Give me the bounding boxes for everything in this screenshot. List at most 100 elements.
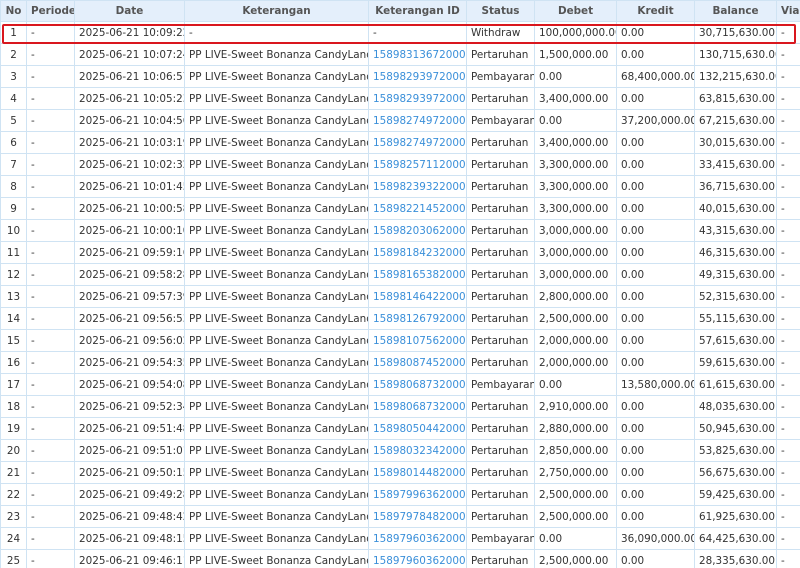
- table-row: 21-2025-06-21 09:50:15 PP LIVE-Sweet Bona…: [0, 461, 800, 484]
- keterangan-id-link[interactable]: 158980144820008: [373, 467, 466, 479]
- cell-date: 2025-06-21 10:02:32: [74, 153, 185, 176]
- keterangan-id-link[interactable]: 158981267920008: [373, 313, 466, 325]
- cell-via: -: [776, 439, 800, 462]
- cell-date: 2025-06-21 09:56:53: [74, 307, 185, 330]
- cell-balance: 48,035,630.00: [694, 395, 777, 418]
- cell-debet: 1,500,000.00: [534, 43, 617, 66]
- cell-no: 17: [0, 373, 27, 396]
- cell-balance: 63,815,630.00: [694, 87, 777, 110]
- cell-date: 2025-06-21 09:48:15: [74, 527, 185, 550]
- keterangan-id-link[interactable]: 158982030620008: [373, 225, 466, 237]
- cell-keterangan: PP LIVE-Sweet Bonanza CandyLand: [184, 65, 369, 88]
- cell-periode: -: [26, 65, 75, 88]
- header-kredit[interactable]: Kredit: [616, 0, 695, 22]
- cell-debet: 3,000,000.00: [534, 263, 617, 286]
- cell-status: Pertaruhan: [466, 505, 535, 528]
- header-via[interactable]: Via: [776, 0, 800, 22]
- header-balance[interactable]: Balance: [694, 0, 777, 22]
- cell-debet: 0.00: [534, 65, 617, 88]
- keterangan-id-link[interactable]: 158979784820008: [373, 511, 466, 523]
- cell-keterangan: PP LIVE-Sweet Bonanza CandyLand: [184, 175, 369, 198]
- table-row: 3-2025-06-21 10:06:57 PP LIVE-Sweet Bonan…: [0, 65, 800, 88]
- cell-status: Pertaruhan: [466, 329, 535, 352]
- cell-periode: -: [26, 197, 75, 220]
- keterangan-id-link[interactable]: 158980874520008: [373, 357, 466, 369]
- keterangan-id-link[interactable]: 158980687320008: [373, 379, 466, 391]
- header-status[interactable]: Status: [466, 0, 535, 22]
- cell-periode: -: [26, 21, 75, 44]
- header-date[interactable]: Date: [74, 0, 185, 22]
- table-row: 15-2025-06-21 09:56:02 PP LIVE-Sweet Bona…: [0, 329, 800, 352]
- cell-keterangan-id: 158983136720008: [368, 43, 467, 66]
- cell-debet: 2,500,000.00: [534, 483, 617, 506]
- cell-balance: 61,925,630.00: [694, 505, 777, 528]
- keterangan-id-link[interactable]: 158980687320008: [373, 401, 466, 413]
- keterangan-id-link[interactable]: 158981075620008: [373, 335, 466, 347]
- cell-keterangan: PP LIVE-Sweet Bonanza CandyLand: [184, 351, 369, 374]
- cell-status: Pertaruhan: [466, 263, 535, 286]
- cell-debet: 2,500,000.00: [534, 549, 617, 568]
- cell-status: Pertaruhan: [466, 285, 535, 308]
- keterangan-id-link[interactable]: 158979603620008: [373, 555, 466, 567]
- cell-balance: 132,215,630.00: [694, 65, 777, 88]
- cell-keterangan: -: [184, 21, 369, 44]
- cell-balance: 28,335,630.00: [694, 549, 777, 568]
- keterangan-id-link[interactable]: 158980504420008: [373, 423, 466, 435]
- cell-date: 2025-06-21 10:01:45: [74, 175, 185, 198]
- keterangan-id-link[interactable]: 158982749720008: [373, 115, 466, 127]
- cell-balance: 53,825,630.00: [694, 439, 777, 462]
- header-keterangan-id[interactable]: Keterangan ID: [368, 0, 467, 22]
- cell-no: 6: [0, 131, 27, 154]
- cell-keterangan: PP LIVE-Sweet Bonanza CandyLand: [184, 87, 369, 110]
- cell-keterangan-id: 158982571120008: [368, 153, 467, 176]
- cell-via: -: [776, 285, 800, 308]
- keterangan-id-link[interactable]: 158979963620008: [373, 489, 466, 501]
- cell-date: 2025-06-21 09:46:11: [74, 549, 185, 568]
- cell-balance: 56,675,630.00: [694, 461, 777, 484]
- cell-balance: 43,315,630.00: [694, 219, 777, 242]
- cell-no: 7: [0, 153, 27, 176]
- cell-date: 2025-06-21 10:05:23: [74, 87, 185, 110]
- keterangan-id-link[interactable]: 158982571120008: [373, 159, 466, 171]
- cell-via: -: [776, 461, 800, 484]
- keterangan-id-link[interactable]: 158981653820008: [373, 269, 466, 281]
- keterangan-id-link[interactable]: 158982939720008: [373, 93, 466, 105]
- cell-keterangan-id: 158980874520008: [368, 351, 467, 374]
- cell-no: 11: [0, 241, 27, 264]
- transaction-history: No Periode Date Keterangan Keterangan ID…: [0, 0, 800, 568]
- cell-via: -: [776, 219, 800, 242]
- cell-date: 2025-06-21 09:49:28: [74, 483, 185, 506]
- cell-status: Pertaruhan: [466, 131, 535, 154]
- keterangan-id-link[interactable]: 158982939720008: [373, 71, 466, 83]
- cell-kredit: 0.00: [616, 351, 695, 374]
- keterangan-id-link[interactable]: 158982749720008: [373, 137, 466, 149]
- cell-periode: -: [26, 329, 75, 352]
- cell-status: Pertaruhan: [466, 175, 535, 198]
- cell-kredit: 0.00: [616, 131, 695, 154]
- table-row: 16-2025-06-21 09:54:35 PP LIVE-Sweet Bona…: [0, 351, 800, 374]
- cell-status: Pembayaran: [466, 109, 535, 132]
- keterangan-id-link[interactable]: 158979603620008: [373, 533, 466, 545]
- cell-periode: -: [26, 131, 75, 154]
- keterangan-id-link[interactable]: 158983136720008: [373, 49, 466, 61]
- keterangan-id-link[interactable]: 158981842320008: [373, 247, 466, 259]
- table-row: 22-2025-06-21 09:49:28 PP LIVE-Sweet Bona…: [0, 483, 800, 506]
- cell-debet: 3,300,000.00: [534, 197, 617, 220]
- cell-date: 2025-06-21 09:59:16: [74, 241, 185, 264]
- cell-keterangan-id: 158982393220008: [368, 175, 467, 198]
- cell-periode: -: [26, 461, 75, 484]
- cell-keterangan: PP LIVE-Sweet Bonanza CandyLand: [184, 373, 369, 396]
- cell-kredit: 0.00: [616, 439, 695, 462]
- keterangan-id-link[interactable]: 158982214520008: [373, 203, 466, 215]
- cell-status: Pertaruhan: [466, 461, 535, 484]
- keterangan-id-link[interactable]: 158982393220008: [373, 181, 466, 193]
- keterangan-id-link[interactable]: 158980323420008: [373, 445, 466, 457]
- cell-keterangan-id: 158980144820008: [368, 461, 467, 484]
- header-no[interactable]: No: [0, 0, 27, 22]
- header-keterangan[interactable]: Keterangan: [184, 0, 369, 22]
- header-debet[interactable]: Debet: [534, 0, 617, 22]
- cell-via: -: [776, 483, 800, 506]
- cell-debet: 100,000,000.00: [534, 21, 617, 44]
- keterangan-id-link[interactable]: 158981464220008: [373, 291, 466, 303]
- header-periode[interactable]: Periode: [26, 0, 75, 22]
